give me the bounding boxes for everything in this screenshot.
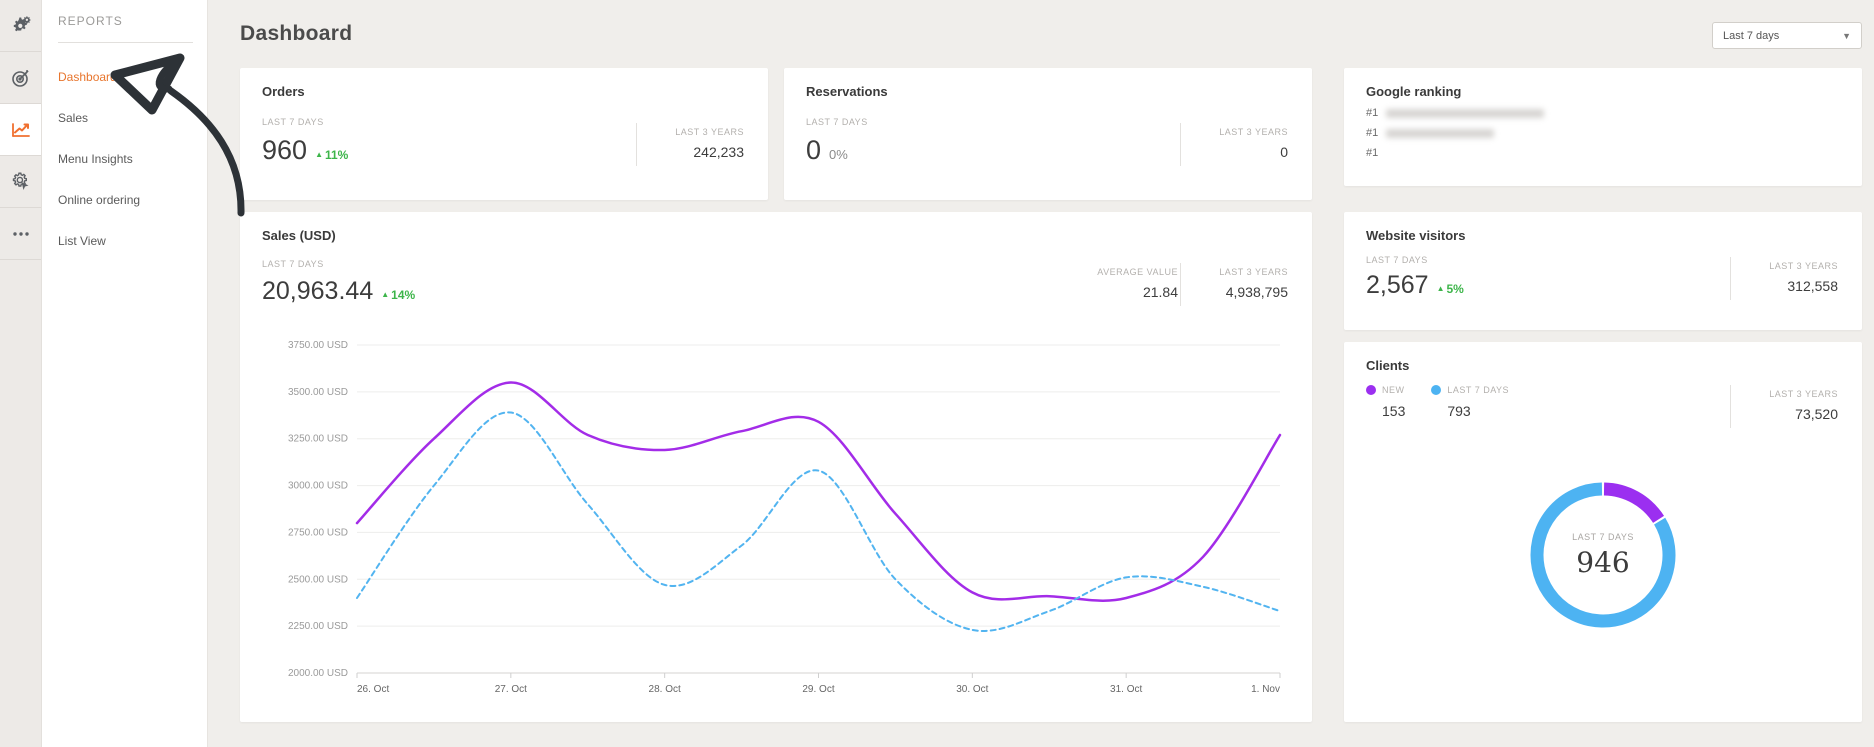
gear-pointer-icon [10,171,32,193]
chevron-down-icon: ▼ [1842,31,1851,41]
sales-period-label: LAST 7 DAYS [262,259,1070,269]
rail-item-goals[interactable] [0,52,41,104]
website-visitors-card: Website visitors LAST 7 DAYS 2,567 ▲5% L… [1344,212,1862,330]
svg-text:3000.00 USD: 3000.00 USD [288,481,348,492]
up-triangle-icon: ▲ [381,290,389,299]
sidebar-item-menu-insights[interactable]: Menu Insights [58,152,207,166]
ranking-row: #1 [1366,107,1840,119]
svg-text:3750.00 USD: 3750.00 USD [288,340,348,351]
svg-text:2750.00 USD: 2750.00 USD [288,527,348,538]
reservations-period-label: LAST 7 DAYS [806,117,1180,127]
orders-delta: ▲11% [315,148,348,162]
main-content: Dashboard Last 7 days ▼ Orders LAST 7 DA… [208,0,1874,747]
redacted-keyword [1386,109,1544,118]
clients-card: Clients NEW 153 [1344,342,1862,722]
visitors-value: 2,567 [1366,271,1429,300]
clients-last3years-value: 73,520 [1749,406,1838,422]
orders-value: 960 [262,135,307,166]
clients-new-value: 153 [1366,403,1405,419]
svg-text:1. Nov: 1. Nov [1251,684,1280,695]
line-chart-icon [10,119,32,141]
reservations-card-title: Reservations [806,84,1290,99]
orders-last3years-value: 242,233 [655,144,744,160]
rail-item-reports[interactable] [0,104,41,156]
gears-icon [10,15,32,37]
page-title: Dashboard [240,22,1862,46]
orders-card-title: Orders [262,84,746,99]
sales-value: 20,963.44 [262,277,373,306]
up-triangle-icon: ▲ [315,150,323,159]
sales-last3years: LAST 3 YEARS 4,938,795 [1180,263,1290,306]
reservations-delta: 0% [829,147,848,162]
rank-number: #1 [1366,107,1378,119]
right-column: Google ranking #1 #1 #1 Website visitors [1344,68,1862,722]
date-range-value: Last 7 days [1723,30,1842,42]
rank-number: #1 [1366,127,1378,139]
svg-text:2250.00 USD: 2250.00 USD [288,621,348,632]
donut-center: LAST 7 DAYS 946 [1518,470,1688,640]
svg-text:3500.00 USD: 3500.00 USD [288,387,348,398]
blue-dot-icon [1431,385,1441,395]
donut-center-value: 946 [1576,546,1629,579]
orders-last3years: LAST 3 YEARS 242,233 [636,123,746,166]
legend-item-new: NEW 153 [1366,385,1405,419]
rail-item-more[interactable] [0,208,41,260]
rank-number: #1 [1366,147,1378,159]
sales-card: Sales (USD) LAST 7 DAYS 20,963.44 ▲14% A… [240,212,1312,722]
sales-average-value: AVERAGE VALUE 21.84 [1070,263,1180,306]
ranking-row: #1 [1366,147,1840,159]
sidebar-item-online-ordering[interactable]: Online ordering [58,193,207,207]
sales-last3years-value: 4,938,795 [1199,284,1288,300]
orders-period-label: LAST 7 DAYS [262,117,636,127]
svg-text:26. Oct: 26. Oct [357,684,389,695]
visitors-delta: ▲5% [1437,282,1464,296]
purple-dot-icon [1366,385,1376,395]
reservations-card: Reservations LAST 7 DAYS 0 0% LAST 3 YEA… [784,68,1312,200]
google-ranking-title: Google ranking [1366,84,1840,99]
svg-text:30. Oct: 30. Oct [956,684,988,695]
sidebar-divider [58,42,193,43]
left-column: Orders LAST 7 DAYS 960 ▲11% LAST 3 YEARS… [240,68,1312,722]
reservations-value: 0 [806,135,821,166]
clients-donut-chart[interactable]: LAST 7 DAYS 946 [1518,470,1688,645]
sidebar-section-title: REPORTS [58,14,207,28]
svg-text:27. Oct: 27. Oct [495,684,527,695]
svg-text:3250.00 USD: 3250.00 USD [288,434,348,445]
rail-item-settings[interactable] [0,0,41,52]
rail-item-automation[interactable] [0,156,41,208]
sidebar-item-sales[interactable]: Sales [58,111,207,125]
donut-center-label: LAST 7 DAYS [1572,532,1634,542]
visitors-last3years: LAST 3 YEARS 312,558 [1730,257,1840,300]
svg-text:28. Oct: 28. Oct [649,684,681,695]
sidebar-item-dashboard[interactable]: Dashboard [58,70,207,84]
visitors-period-label: LAST 7 DAYS [1366,255,1730,265]
sidebar: REPORTS Dashboard Sales Menu Insights On… [42,0,208,747]
svg-text:31. Oct: 31. Oct [1110,684,1142,695]
svg-text:2500.00 USD: 2500.00 USD [288,574,348,585]
more-dots-icon [10,223,32,245]
clients-card-title: Clients [1366,358,1840,373]
svg-text:29. Oct: 29. Oct [802,684,834,695]
reservations-last3years: LAST 3 YEARS 0 [1180,123,1290,166]
date-range-select[interactable]: Last 7 days ▼ [1712,22,1862,49]
up-triangle-icon: ▲ [1437,284,1445,293]
website-visitors-title: Website visitors [1366,228,1840,243]
orders-card: Orders LAST 7 DAYS 960 ▲11% LAST 3 YEARS… [240,68,768,200]
svg-text:2000.00 USD: 2000.00 USD [288,668,348,679]
target-icon [10,67,32,89]
icon-rail [0,0,42,747]
redacted-keyword [1386,129,1494,138]
clients-last7-value: 793 [1431,403,1509,419]
ranking-row: #1 [1366,127,1840,139]
sales-delta: ▲14% [381,288,415,302]
legend-item-last7days: LAST 7 DAYS 793 [1431,385,1509,419]
clients-last3years: LAST 3 YEARS 73,520 [1730,385,1840,428]
sidebar-item-list-view[interactable]: List View [58,234,207,248]
visitors-last3years-value: 312,558 [1749,278,1838,294]
reservations-last3years-value: 0 [1199,144,1288,160]
sales-card-title: Sales (USD) [262,228,1290,243]
sales-line-chart[interactable]: 3750.00 USD 3500.00 USD 3250.00 USD 3000.00… [262,320,1290,710]
google-ranking-card: Google ranking #1 #1 #1 [1344,68,1862,186]
